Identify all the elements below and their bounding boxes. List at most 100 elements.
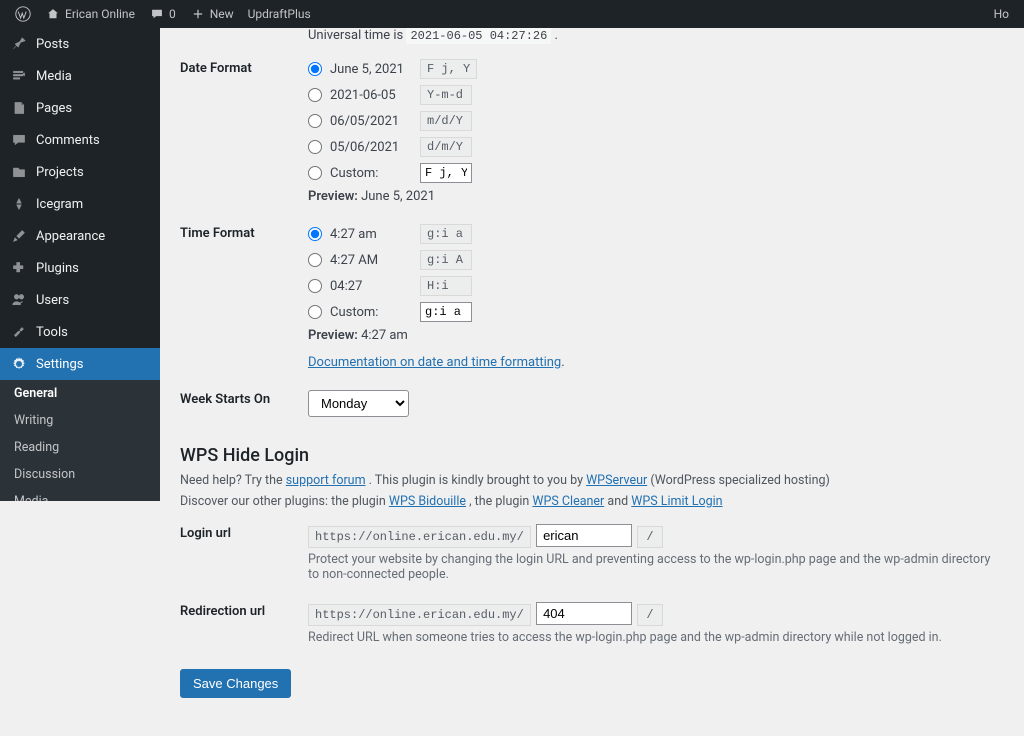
wps-help-line-1: Need help? Try the support forum . This … — [180, 472, 1004, 491]
format-radio[interactable] — [308, 279, 322, 293]
site-name: Erican Online — [65, 7, 135, 21]
format-radio-custom[interactable] — [308, 305, 322, 319]
users-icon — [10, 291, 28, 309]
sidebar-item-label: Tools — [36, 325, 68, 340]
date-format-row: Date Format June 5, 2021 F j, Y 2021-06-05… — [180, 49, 1004, 214]
format-display: 4:27 AM — [330, 253, 412, 268]
wps-limit-login-link[interactable]: WPS Limit Login — [631, 494, 722, 509]
wpserveur-link[interactable]: WPServeur — [586, 473, 647, 488]
format-option: 04:27 H:i — [308, 276, 1004, 296]
date-format-label: Date Format — [180, 59, 308, 76]
custom-label: Custom: — [330, 305, 412, 320]
home-icon — [45, 6, 61, 22]
time-format-row: Time Format 4:27 amg:i a4:27 AMg:i A04:2… — [180, 214, 1004, 380]
universal-time-row: Universal time is 2021-06-05 04:27:26 . — [180, 28, 1004, 49]
format-option: 4:27 amg:i a — [308, 224, 1004, 244]
format-display: June 5, 2021 — [330, 62, 412, 77]
format-radio[interactable] — [308, 62, 322, 76]
sidebar-item-media[interactable]: Media — [0, 60, 160, 92]
utime-label: Universal time is — [308, 28, 406, 43]
redir-url-desc: Redirect URL when someone tries to acces… — [308, 630, 1004, 645]
sidebar-item-label: Settings — [36, 357, 83, 372]
plus-icon — [190, 6, 206, 22]
format-radio[interactable] — [308, 114, 322, 128]
sidebar-item-icegram[interactable]: Icegram — [0, 188, 160, 220]
wps-bidouille-link[interactable]: WPS Bidouille — [389, 494, 466, 509]
format-code: d/m/Y — [420, 137, 472, 157]
format-display: 04:27 — [330, 279, 412, 294]
sidebar-item-appearance[interactable]: Appearance — [0, 220, 160, 252]
wordpress-icon — [15, 6, 31, 22]
format-code: H:i — [420, 276, 472, 296]
format-option: 2021-06-05 Y-m-d — [308, 85, 1004, 105]
login-url-row: Login url https://online.erican.edu.my/ … — [180, 514, 1004, 592]
media-icon — [10, 67, 28, 85]
submenu-item-discussion[interactable]: Discussion — [0, 461, 160, 488]
format-radio[interactable] — [308, 227, 322, 241]
site-home-link[interactable]: Erican Online — [38, 0, 142, 28]
format-radio[interactable] — [308, 140, 322, 154]
utime-suffix: . — [555, 28, 558, 43]
settings-icon — [10, 355, 28, 373]
submenu-item-reading[interactable]: Reading — [0, 434, 160, 461]
pin-icon — [10, 35, 28, 53]
custom-format-input[interactable] — [420, 302, 472, 322]
updraft-label: UpdraftPlus — [248, 7, 311, 21]
redir-url-slash: / — [637, 604, 662, 626]
plugin-icon — [10, 259, 28, 277]
format-code: Y-m-d — [420, 85, 472, 105]
format-display: 05/06/2021 — [330, 140, 412, 155]
sidebar-item-projects[interactable]: Projects — [0, 156, 160, 188]
wp-logo[interactable] — [8, 0, 38, 28]
sidebar-item-users[interactable]: Users — [0, 284, 160, 316]
comment-icon — [149, 6, 165, 22]
sidebar-item-label: Icegram — [36, 197, 83, 212]
redirection-url-label: Redirection url — [180, 602, 308, 619]
sidebar-item-comments[interactable]: Comments — [0, 124, 160, 156]
sidebar-item-tools[interactable]: Tools — [0, 316, 160, 348]
submenu-item-writing[interactable]: Writing — [0, 407, 160, 434]
howdy-link[interactable]: Ho — [987, 0, 1016, 28]
custom-format-input[interactable] — [420, 163, 472, 183]
login-url-prefix: https://online.erican.edu.my/ — [308, 526, 531, 548]
redirection-url-row: Redirection url https://online.erican.ed… — [180, 592, 1004, 655]
login-url-slash: / — [637, 526, 662, 548]
submenu-item-media[interactable]: Media — [0, 488, 160, 501]
time-format-label: Time Format — [180, 224, 308, 241]
wps-help-line-2: Discover our other plugins: the plugin W… — [180, 493, 1004, 512]
save-changes-button[interactable]: Save Changes — [180, 669, 291, 698]
login-url-input[interactable] — [536, 524, 632, 547]
comment-icon — [10, 131, 28, 149]
format-display: 2021-06-05 — [330, 88, 412, 103]
updraftplus-link[interactable]: UpdraftPlus — [241, 0, 318, 28]
format-code: m/d/Y — [420, 111, 472, 131]
sidebar-item-label: Comments — [36, 133, 100, 148]
sidebar-item-settings[interactable]: Settings — [0, 348, 160, 380]
format-preview: Preview: 4:27 am — [308, 328, 1004, 343]
datetime-doc-link[interactable]: Documentation on date and time formattin… — [308, 355, 561, 370]
login-url-label: Login url — [180, 524, 308, 541]
brush-icon — [10, 227, 28, 245]
sidebar-item-posts[interactable]: Posts — [0, 28, 160, 60]
sidebar-item-plugins[interactable]: Plugins — [0, 252, 160, 284]
week-starts-select[interactable]: Monday — [308, 390, 409, 417]
format-code: F j, Y — [420, 59, 477, 79]
format-radio-custom[interactable] — [308, 166, 322, 180]
support-forum-link[interactable]: support forum — [286, 473, 366, 488]
sidebar-item-pages[interactable]: Pages — [0, 92, 160, 124]
tools-icon — [10, 323, 28, 341]
comments-link[interactable]: 0 — [142, 0, 183, 28]
redir-url-input[interactable] — [536, 602, 632, 625]
new-label: New — [210, 7, 234, 21]
new-content-link[interactable]: New — [183, 0, 241, 28]
format-display: 4:27 am — [330, 227, 412, 242]
wps-cleaner-link[interactable]: WPS Cleaner — [532, 494, 604, 509]
format-option: 06/05/2021m/d/Y — [308, 111, 1004, 131]
format-radio[interactable] — [308, 253, 322, 267]
format-radio[interactable] — [308, 88, 322, 102]
sidebar-item-label: Users — [36, 293, 69, 308]
icegram-icon — [10, 195, 28, 213]
submenu-item-general[interactable]: General — [0, 380, 160, 407]
login-url-desc: Protect your website by changing the log… — [308, 552, 1004, 582]
howdy-text: Ho — [994, 7, 1009, 21]
